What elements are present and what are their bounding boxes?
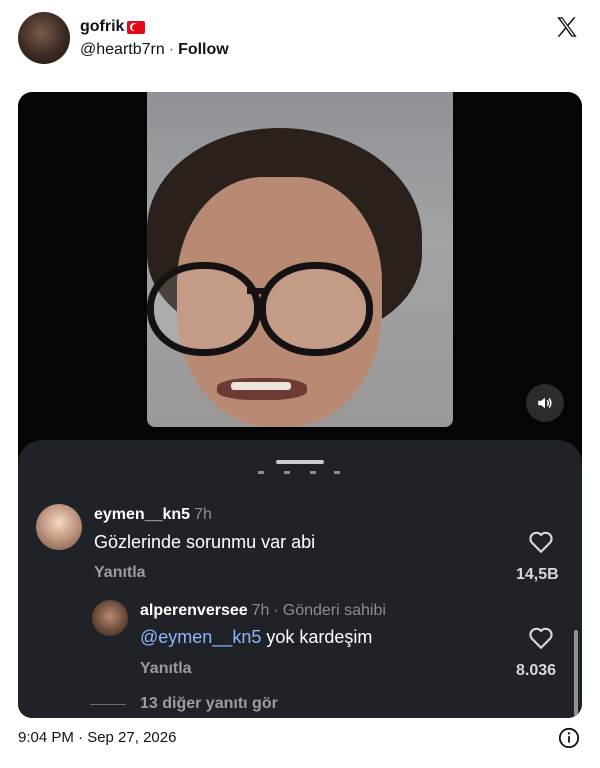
reply-username[interactable]: alperenversee — [140, 602, 248, 619]
reply-button[interactable]: Yanıtla — [94, 564, 146, 582]
video-frame — [147, 92, 453, 427]
video-media[interactable]: eymen__kn5 7h Gözlerinde sorunmu var abi … — [18, 92, 582, 718]
reply-text: @eymen__kn5 yok kardeşim — [140, 627, 372, 648]
tweet-header: gofrik @heartb7rn · Follow — [18, 12, 582, 68]
comment-time: 7h — [194, 506, 212, 523]
comments-panel: eymen__kn5 7h Gözlerinde sorunmu var abi … — [18, 440, 582, 718]
author-avatar[interactable] — [18, 12, 70, 64]
author-name-row: gofrik — [80, 18, 146, 36]
reply-body: yok kardeşim — [261, 627, 373, 647]
reply-avatar[interactable] — [92, 600, 128, 636]
heart-icon[interactable] — [528, 530, 554, 554]
author-name[interactable]: gofrik — [80, 18, 124, 36]
comment-username[interactable]: eymen__kn5 — [94, 506, 190, 523]
glasses-bridge — [247, 288, 269, 294]
separator-dot: · — [168, 41, 175, 58]
comment-avatar[interactable] — [36, 504, 82, 550]
replies-divider — [90, 704, 126, 705]
author-handle-row: @heartb7rn · Follow — [80, 41, 229, 59]
view-more-replies[interactable]: 13 diğer yanıtı gör — [140, 695, 278, 713]
separator-dot: · — [273, 602, 279, 619]
heart-icon[interactable] — [528, 626, 554, 650]
drag-handle[interactable] — [276, 460, 324, 464]
glasses-lens-right — [259, 262, 373, 356]
reply-meta: alperenversee 7h · Gönderi sahibi — [140, 602, 386, 620]
author-badge: Gönderi sahibi — [282, 602, 386, 619]
truncated-text-fragment — [258, 471, 340, 474]
comment-text: Gözlerinde sorunmu var abi — [94, 532, 316, 552]
author-handle[interactable]: @heartb7rn — [80, 41, 165, 58]
turkey-flag-icon — [127, 20, 146, 34]
x-logo-icon[interactable] — [554, 14, 580, 40]
follow-button[interactable]: Follow — [178, 41, 229, 58]
like-count: 14,5B — [516, 566, 559, 583]
like-count: 8.036 — [516, 662, 557, 679]
speaker-icon[interactable] — [526, 384, 564, 422]
scrollbar[interactable] — [574, 630, 578, 718]
comment-meta: eymen__kn5 7h — [94, 506, 212, 524]
reply-time: 7h — [251, 602, 270, 619]
reply-button[interactable]: Yanıtla — [140, 660, 192, 678]
glasses-lens-left — [147, 262, 261, 356]
tweet-timestamp[interactable]: 9:04 PM · Sep 27, 2026 — [18, 729, 176, 746]
info-icon[interactable] — [558, 727, 580, 749]
video-person-teeth — [231, 382, 291, 390]
mention-link[interactable]: @eymen__kn5 — [140, 627, 261, 647]
